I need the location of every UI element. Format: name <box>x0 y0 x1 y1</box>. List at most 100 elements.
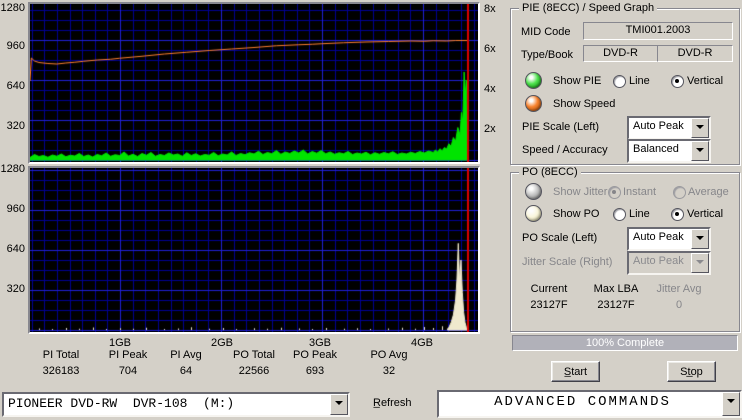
advanced-commands-select[interactable]: ADVANCED COMMANDS <box>437 390 742 418</box>
mid-code-label: MID Code <box>521 26 571 38</box>
book-value: DVD-R <box>657 45 733 62</box>
stat-value: 64 <box>179 365 193 377</box>
stat-po-avg: PO Avg 32 <box>356 349 422 377</box>
y-axis-tick: 320 <box>6 283 25 295</box>
stat-label: PO Avg <box>370 349 408 361</box>
stat-po-peak: PO Peak 693 <box>282 349 348 377</box>
stat-value: 704 <box>118 365 138 377</box>
start-button[interactable]: S̲tart <box>551 361 600 382</box>
speed-axis-tick: 4x <box>484 83 496 95</box>
group-title: PIE (8ECC) / Speed Graph <box>519 2 658 14</box>
x-axis-tick: 1GB <box>108 337 131 349</box>
max-lba: Max LBA 23127F <box>585 283 647 311</box>
show-po-label: Show PO <box>553 208 600 220</box>
po-chart-frame <box>28 166 480 334</box>
show-jitter-led <box>525 183 542 200</box>
po-scale-value: Auto Peak <box>633 231 684 243</box>
pie-speed-chart-frame <box>28 2 480 164</box>
show-speed-label: Show Speed <box>553 98 616 110</box>
po-vertical-label: Vertical <box>687 208 724 220</box>
jitter-avg-label: Jitter Avg <box>656 283 702 295</box>
speed-accuracy-select[interactable]: Balanced <box>627 139 711 163</box>
max-lba-label: Max LBA <box>593 283 639 295</box>
x-axis-tick: 2GB <box>210 337 233 349</box>
pie-speed-group: PIE (8ECC) / Speed Graph MID Code TMI001… <box>510 2 740 165</box>
show-po-led[interactable] <box>525 205 542 222</box>
show-pie-label: Show PIE <box>553 75 602 87</box>
x-axis-tick: 4GB <box>410 337 433 349</box>
progress-bar: 100% Complete <box>512 335 738 351</box>
pie-scale-value: Auto Peak <box>633 120 684 132</box>
max-lba-value: 23127F <box>597 299 635 311</box>
mid-code-value: TMI001.2003 <box>583 22 733 40</box>
pie-line-label: Line <box>629 75 650 87</box>
type-value: DVD-R <box>583 45 658 62</box>
po-vertical-radio[interactable] <box>671 208 684 221</box>
current-value: 23127F <box>530 299 568 311</box>
po-line-label: Line <box>629 208 650 220</box>
jitter-scale-label: Jitter Scale (Right) <box>522 256 613 268</box>
y-axis-tick: 960 <box>6 203 25 215</box>
jitter-avg: Jitter Avg 0 <box>648 283 710 311</box>
y-axis-tick: 1280 <box>0 163 25 175</box>
current-label: Current <box>530 283 568 295</box>
chevron-down-icon[interactable] <box>691 229 709 249</box>
drive-select-value: PIONEER DVD-RW DVR-108 (M:) <box>8 396 235 411</box>
pie-vertical-radio[interactable] <box>671 75 684 88</box>
y-axis-tick: 640 <box>6 243 25 255</box>
pie-scale-select[interactable]: Auto Peak <box>627 116 711 140</box>
jitter-instant-label: Instant <box>623 186 657 198</box>
stat-value: 326183 <box>42 365 80 377</box>
app-window: 1280 960 640 320 1280 960 640 320 8x 6x … <box>0 0 742 420</box>
stat-pi-avg: PI Avg 64 <box>153 349 219 377</box>
refresh-button[interactable]: R̲efresh <box>367 396 418 410</box>
speed-axis-tick: 2x <box>484 123 496 135</box>
current-lba: Current 23127F <box>518 283 580 311</box>
y-axis-tick: 960 <box>6 40 25 52</box>
pie-vertical-label: Vertical <box>687 75 724 87</box>
stat-label: PI Avg <box>170 349 202 361</box>
stat-label: PI Peak <box>108 349 148 361</box>
show-jitter-label: Show Jitter <box>553 186 608 198</box>
jitter-scale-value: Auto Peak <box>633 255 684 267</box>
jitter-instant-radio <box>608 186 621 199</box>
po-scale-select[interactable]: Auto Peak <box>627 227 711 251</box>
show-pie-led[interactable] <box>525 72 542 89</box>
chevron-down-icon <box>691 253 709 273</box>
drive-select[interactable]: PIONEER DVD-RW DVR-108 (M:) <box>2 392 350 417</box>
y-axis-tick: 640 <box>6 80 25 92</box>
stop-button[interactable]: St̲op <box>667 361 716 382</box>
speed-accuracy-value: Balanced <box>633 143 679 155</box>
show-speed-led[interactable] <box>525 95 542 112</box>
jitter-scale-select: Auto Peak <box>627 251 711 275</box>
x-axis-tick: 3GB <box>308 337 331 349</box>
pie-scale-label: PIE Scale (Left) <box>522 121 600 133</box>
stat-label: PO Total <box>233 349 275 361</box>
pie-speed-chart <box>30 4 478 162</box>
advanced-commands-value: ADVANCED COMMANDS <box>494 394 671 410</box>
chevron-down-icon[interactable] <box>722 392 740 416</box>
chevron-down-icon[interactable] <box>330 394 348 415</box>
stat-po-total: PO Total 22566 <box>221 349 287 377</box>
stat-value: 693 <box>305 365 325 377</box>
chevron-down-icon[interactable] <box>691 118 709 138</box>
y-axis-tick: 320 <box>6 120 25 132</box>
stat-label: PI Total <box>42 349 80 361</box>
stat-value: 22566 <box>238 365 270 377</box>
po-group: PO (8ECC) Show Jitter Instant Average Sh… <box>510 166 740 332</box>
po-line-radio[interactable] <box>613 208 626 221</box>
speed-axis-tick: 6x <box>484 43 496 55</box>
jitter-average-radio <box>673 186 686 199</box>
type-book-label: Type/Book <box>521 49 573 61</box>
speed-axis-tick: 8x <box>484 3 496 15</box>
stat-pi-peak: PI Peak 704 <box>95 349 161 377</box>
group-title: PO (8ECC) <box>519 166 581 178</box>
pie-line-radio[interactable] <box>613 75 626 88</box>
jitter-average-label: Average <box>688 186 729 198</box>
stat-pi-total: PI Total 326183 <box>28 349 94 377</box>
y-axis-tick: 1280 <box>0 2 25 14</box>
chevron-down-icon[interactable] <box>691 141 709 161</box>
po-scale-label: PO Scale (Left) <box>522 232 598 244</box>
stat-label: PO Peak <box>292 349 338 361</box>
stat-value: 32 <box>382 365 396 377</box>
